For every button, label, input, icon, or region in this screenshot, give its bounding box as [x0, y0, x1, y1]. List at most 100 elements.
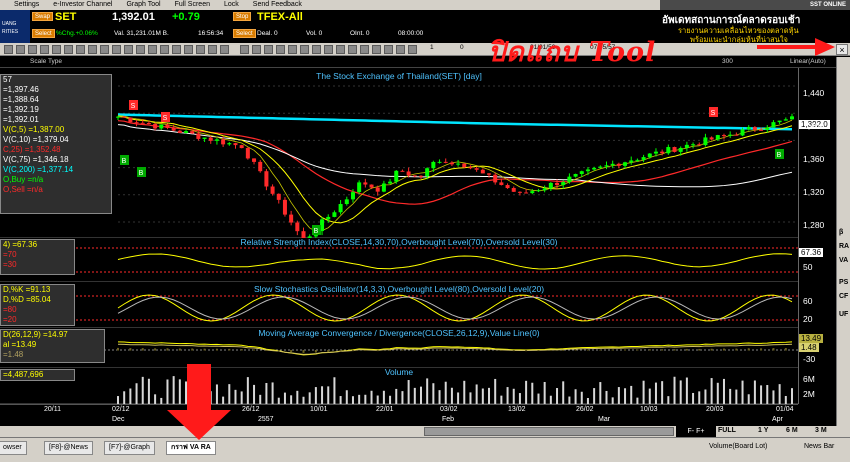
tool-icon[interactable] [124, 45, 133, 54]
date-tick-label: 20/03 [706, 406, 724, 413]
tool-icon[interactable] [348, 45, 357, 54]
volume-bar [321, 386, 324, 404]
macd-hist-bar [426, 349, 429, 351]
volume-bar [753, 380, 756, 404]
tool-icon[interactable] [324, 45, 333, 54]
tab-news[interactable]: [F8]-@News [44, 441, 93, 455]
tool-icon[interactable] [264, 45, 273, 54]
tool-icon[interactable] [208, 45, 217, 54]
tool-icon[interactable] [384, 45, 393, 54]
macd-hist-bar [228, 348, 231, 351]
tool-icon[interactable] [196, 45, 205, 54]
rsi-chart[interactable] [0, 238, 798, 282]
strip-uf[interactable]: UF [839, 311, 848, 318]
tool-icon[interactable] [300, 45, 309, 54]
tool-icon[interactable] [4, 45, 13, 54]
price-chart[interactable]: S S S B B B B [0, 68, 798, 238]
menu-item[interactable]: Full Screen [175, 0, 210, 10]
volume-bar [481, 388, 484, 404]
tool-icon[interactable] [64, 45, 73, 54]
strip-va[interactable]: VA [839, 257, 848, 264]
tool-icon[interactable] [408, 45, 417, 54]
zoom-controls[interactable]: F- F+ [676, 426, 716, 437]
scale-type-label[interactable]: Scale Type [30, 58, 62, 65]
tool-icon[interactable] [288, 45, 297, 54]
tool-icon[interactable] [52, 45, 61, 54]
candle-body [610, 163, 615, 166]
tool-icon[interactable] [76, 45, 85, 54]
strip-ra[interactable]: RA [839, 243, 849, 250]
tool-icon[interactable] [148, 45, 157, 54]
volume-bar [253, 384, 256, 404]
select-button[interactable]: Select [32, 29, 55, 38]
sto-legend-d: D,%D =85.04 [3, 295, 51, 304]
strip-cf[interactable]: CF [839, 293, 848, 300]
tool-icon[interactable] [276, 45, 285, 54]
menu-item[interactable]: Graph Tool [126, 0, 160, 10]
tool-icon[interactable] [160, 45, 169, 54]
volume-bar [648, 388, 651, 404]
tab-graph[interactable]: [F7]-@Graph [104, 441, 155, 455]
range-full-button[interactable]: FULL [718, 427, 736, 434]
candle-body [270, 186, 275, 194]
date-tick-label: 26/12 [242, 406, 260, 413]
menu-item[interactable]: Send Feedback [253, 0, 302, 10]
menu-item[interactable]: e-Investor Channel [53, 0, 112, 10]
range-field[interactable]: 300 [722, 58, 733, 65]
macd-chart[interactable] [0, 328, 798, 368]
tool-icon[interactable] [172, 45, 181, 54]
sto-axis-20: 20 [803, 314, 813, 324]
futures-select-button[interactable]: Select [233, 29, 256, 38]
range-3m-button[interactable]: 3 M [815, 427, 827, 434]
volume-bar [117, 396, 119, 404]
range-1y-button[interactable]: 1 Y [758, 427, 768, 434]
toolbar-field-2[interactable]: 0 [460, 44, 464, 51]
range-6m-button[interactable]: 6 M [786, 427, 798, 434]
tool-icon[interactable] [360, 45, 369, 54]
status-news-bar[interactable]: News Bar [800, 441, 838, 455]
tool-icon[interactable] [28, 45, 37, 54]
tool-icon[interactable] [40, 45, 49, 54]
horizontal-scrollbar[interactable] [424, 427, 674, 436]
tool-icon[interactable] [336, 45, 345, 54]
menu-item[interactable]: Lock [224, 0, 239, 10]
stochastics-chart[interactable] [0, 282, 798, 328]
close-toolbar-button[interactable]: × [836, 44, 848, 55]
macd-hist-bar [178, 348, 181, 351]
linear-auto-select[interactable]: Linear(Auto) [790, 58, 826, 65]
volume-bar [240, 391, 243, 404]
volume-chart[interactable] [0, 368, 798, 404]
strip-ps[interactable]: PS [839, 279, 848, 286]
macd-hist-bar [549, 350, 552, 351]
ticker-time: 16:56:34 [198, 30, 224, 37]
tool-icon[interactable] [312, 45, 321, 54]
date-tick-label: 26/02 [576, 406, 594, 413]
macd-axis-flag-1: 13.49 [799, 334, 824, 343]
tool-icon[interactable] [136, 45, 145, 54]
stop-button[interactable]: Stop [233, 12, 252, 21]
swap-button[interactable]: Swap [32, 12, 54, 21]
candle-body [734, 134, 739, 136]
tool-icon[interactable] [112, 45, 121, 54]
tab-browser[interactable]: owser [0, 441, 27, 455]
menu-item[interactable]: Settings [14, 0, 39, 10]
volume-bar [389, 395, 392, 404]
tool-icon[interactable] [252, 45, 261, 54]
tool-icon[interactable] [184, 45, 193, 54]
tool-icon[interactable] [372, 45, 381, 54]
tool-icon[interactable] [396, 45, 405, 54]
tool-icon[interactable] [88, 45, 97, 54]
tool-icon[interactable] [16, 45, 25, 54]
macd-hist-bar [401, 349, 404, 351]
stochastics-axis: 60 20 [798, 282, 836, 328]
date-period-label: 2557 [258, 416, 274, 423]
volume-bar [791, 388, 793, 404]
date-tick-label: 22/01 [376, 406, 394, 413]
toolbar-field-1[interactable]: 1 [430, 44, 434, 51]
tool-icon[interactable] [100, 45, 109, 54]
tool-icon[interactable] [220, 45, 229, 54]
tool-icon[interactable] [240, 45, 249, 54]
tab-graph-va-ra[interactable]: กราฟ VA RA [166, 441, 216, 455]
candle-body [592, 167, 597, 170]
strip-beta[interactable]: β [839, 229, 843, 236]
